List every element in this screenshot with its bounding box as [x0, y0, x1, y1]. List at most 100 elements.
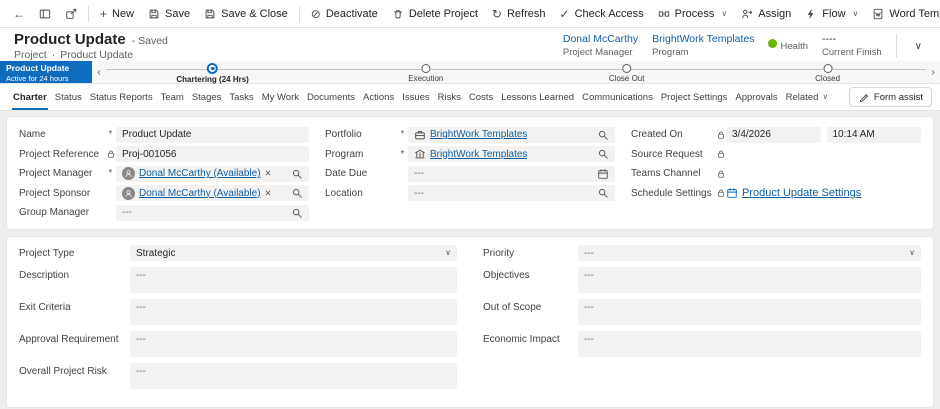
exit-criteria-textarea[interactable]: ---	[130, 299, 457, 325]
tab-team[interactable]: Team	[160, 85, 185, 110]
portfolio-lookup[interactable]: BrightWork Templates	[408, 126, 615, 143]
new-label: New	[112, 7, 135, 20]
briefcase-icon	[414, 129, 426, 141]
search-icon[interactable]	[597, 187, 609, 199]
form-assist-button[interactable]: Form assist	[848, 87, 932, 107]
popout-button[interactable]	[58, 2, 84, 26]
breadcrumb-record[interactable]: Product Update	[60, 49, 133, 61]
project-sponsor-lookup[interactable]: Donal McCarthy (Available) ✕	[116, 185, 309, 202]
field-group-manager: Group Manager ---	[19, 203, 309, 223]
tab-project-settings[interactable]: Project Settings	[660, 85, 729, 110]
schedule-settings-link[interactable]: Product Update Settings	[742, 187, 861, 199]
group-manager-lookup[interactable]: ---	[116, 204, 309, 221]
tab-stages[interactable]: Stages	[191, 85, 223, 110]
project-manager-link[interactable]: Donal McCarthy (Available)	[139, 168, 261, 179]
bpf-stage-execution[interactable]: Execution	[408, 62, 443, 83]
chevron-down-icon: ∨	[822, 92, 829, 101]
search-icon[interactable]	[291, 187, 303, 199]
created-on-date-input[interactable]: 3/4/2026	[726, 126, 821, 143]
calendar-icon[interactable]	[597, 168, 609, 180]
new-button[interactable]: + New	[93, 2, 141, 26]
tab-status-reports[interactable]: Status Reports	[89, 85, 154, 110]
program-lookup[interactable]: BrightWork Templates	[408, 146, 615, 163]
flow-icon	[805, 8, 817, 20]
stat-label: Health	[780, 41, 808, 53]
tab-actions[interactable]: Actions	[362, 85, 395, 110]
date-due-input[interactable]: ---	[408, 165, 615, 182]
program-header-link[interactable]: BrightWork Templates	[652, 33, 754, 46]
bpf-scroll-left-button[interactable]: ‹	[92, 61, 106, 83]
check-access-button[interactable]: ✓ Check Access	[553, 2, 651, 26]
approval-requirements-textarea[interactable]: ---	[130, 331, 457, 357]
search-icon[interactable]	[597, 129, 609, 141]
project-manager-lookup[interactable]: Donal McCarthy (Available) ✕	[116, 165, 309, 182]
flow-button[interactable]: Flow ∨	[798, 2, 865, 26]
description-textarea[interactable]: ---	[130, 267, 457, 293]
project-type-select[interactable]: Strategic ∨	[130, 245, 457, 261]
field-label: Out of Scope	[483, 302, 542, 313]
delete-project-button[interactable]: Delete Project	[385, 2, 485, 26]
header-expand-chevron[interactable]: ∨	[911, 39, 926, 54]
program-link[interactable]: BrightWork Templates	[430, 149, 527, 160]
save-close-button[interactable]: Save & Close	[197, 2, 295, 26]
save-button[interactable]: Save	[141, 2, 197, 26]
out-of-scope-textarea[interactable]: ---	[578, 299, 921, 325]
tab-charter[interactable]: Charter	[12, 85, 48, 110]
tab-approvals[interactable]: Approvals	[734, 85, 778, 110]
bpf-stage-close-out[interactable]: Close Out	[609, 62, 644, 83]
field-label: Schedule Settings	[631, 187, 712, 199]
stage-dot	[421, 64, 431, 73]
chevron-left-icon: ‹	[97, 66, 101, 78]
deactivate-button[interactable]: ⊘ Deactivate	[304, 2, 385, 26]
schedule-settings-field: Product Update Settings	[726, 187, 921, 199]
bpf-stage-chartering[interactable]: Chartering (24 Hrs)	[176, 62, 249, 84]
tab-issues[interactable]: Issues	[401, 85, 430, 110]
schedule-settings-icon	[726, 187, 738, 199]
portfolio-link[interactable]: BrightWork Templates	[430, 129, 527, 140]
created-on-time-input[interactable]: 10:14 AM	[826, 126, 921, 143]
remove-value-icon[interactable]: ✕	[265, 168, 272, 179]
tab-risks[interactable]: Risks	[437, 85, 462, 110]
bpf-record-badge: Product Update Active for 24 hours	[0, 61, 92, 83]
stat-project-manager[interactable]: Donal McCarthy Project Manager	[563, 33, 638, 60]
lock-icon	[715, 130, 726, 140]
tab-lessons-learned[interactable]: Lessons Learned	[500, 85, 575, 110]
field-description: Description ---	[19, 267, 457, 293]
bpf-scroll-right-button[interactable]: ›	[926, 61, 940, 83]
refresh-button[interactable]: ↻ Refresh	[485, 2, 553, 26]
tab-communications[interactable]: Communications	[581, 85, 654, 110]
priority-select[interactable]: --- ∨	[578, 245, 921, 261]
tab-related[interactable]: Related ∨	[785, 85, 830, 110]
breadcrumb-entity[interactable]: Project	[14, 49, 47, 61]
tab-tasks[interactable]: Tasks	[228, 85, 254, 110]
back-button[interactable]: ←	[6, 2, 32, 26]
tab-status[interactable]: Status	[54, 85, 83, 110]
search-icon[interactable]	[597, 148, 609, 160]
remove-value-icon[interactable]: ✕	[265, 188, 272, 199]
process-label: Process	[674, 7, 715, 20]
tab-related-label: Related	[785, 91, 819, 103]
overall-project-risk-textarea[interactable]: ---	[130, 363, 457, 389]
name-input[interactable]: Product Update	[116, 126, 309, 143]
bpf-stage-closed[interactable]: Closed	[815, 62, 840, 83]
field-label: Exit Criteria	[19, 302, 71, 313]
search-icon[interactable]	[291, 207, 303, 219]
tab-costs[interactable]: Costs	[468, 85, 494, 110]
location-lookup[interactable]: ---	[408, 185, 615, 202]
lock-icon	[715, 188, 726, 198]
tab-my-work[interactable]: My Work	[261, 85, 300, 110]
process-button[interactable]: Process ∨	[651, 2, 735, 26]
word-templates-button[interactable]: Word Templates∨	[865, 2, 940, 26]
objectives-textarea[interactable]: ---	[578, 267, 921, 293]
assign-button[interactable]: Assign	[734, 2, 798, 26]
tab-documents[interactable]: Documents	[306, 85, 356, 110]
stat-program[interactable]: BrightWork Templates Program	[652, 33, 754, 60]
record-header: Product Update - Saved Project · Product…	[0, 28, 940, 61]
side-panel-button[interactable]	[32, 2, 58, 26]
search-icon[interactable]	[291, 168, 303, 180]
project-reference-input[interactable]: Proj-001056	[116, 146, 309, 163]
economic-impact-textarea[interactable]: ---	[578, 331, 921, 357]
project-sponsor-link[interactable]: Donal McCarthy (Available)	[139, 188, 261, 199]
field-label: Priority	[483, 248, 515, 259]
project-manager-header-link[interactable]: Donal McCarthy	[563, 33, 638, 46]
